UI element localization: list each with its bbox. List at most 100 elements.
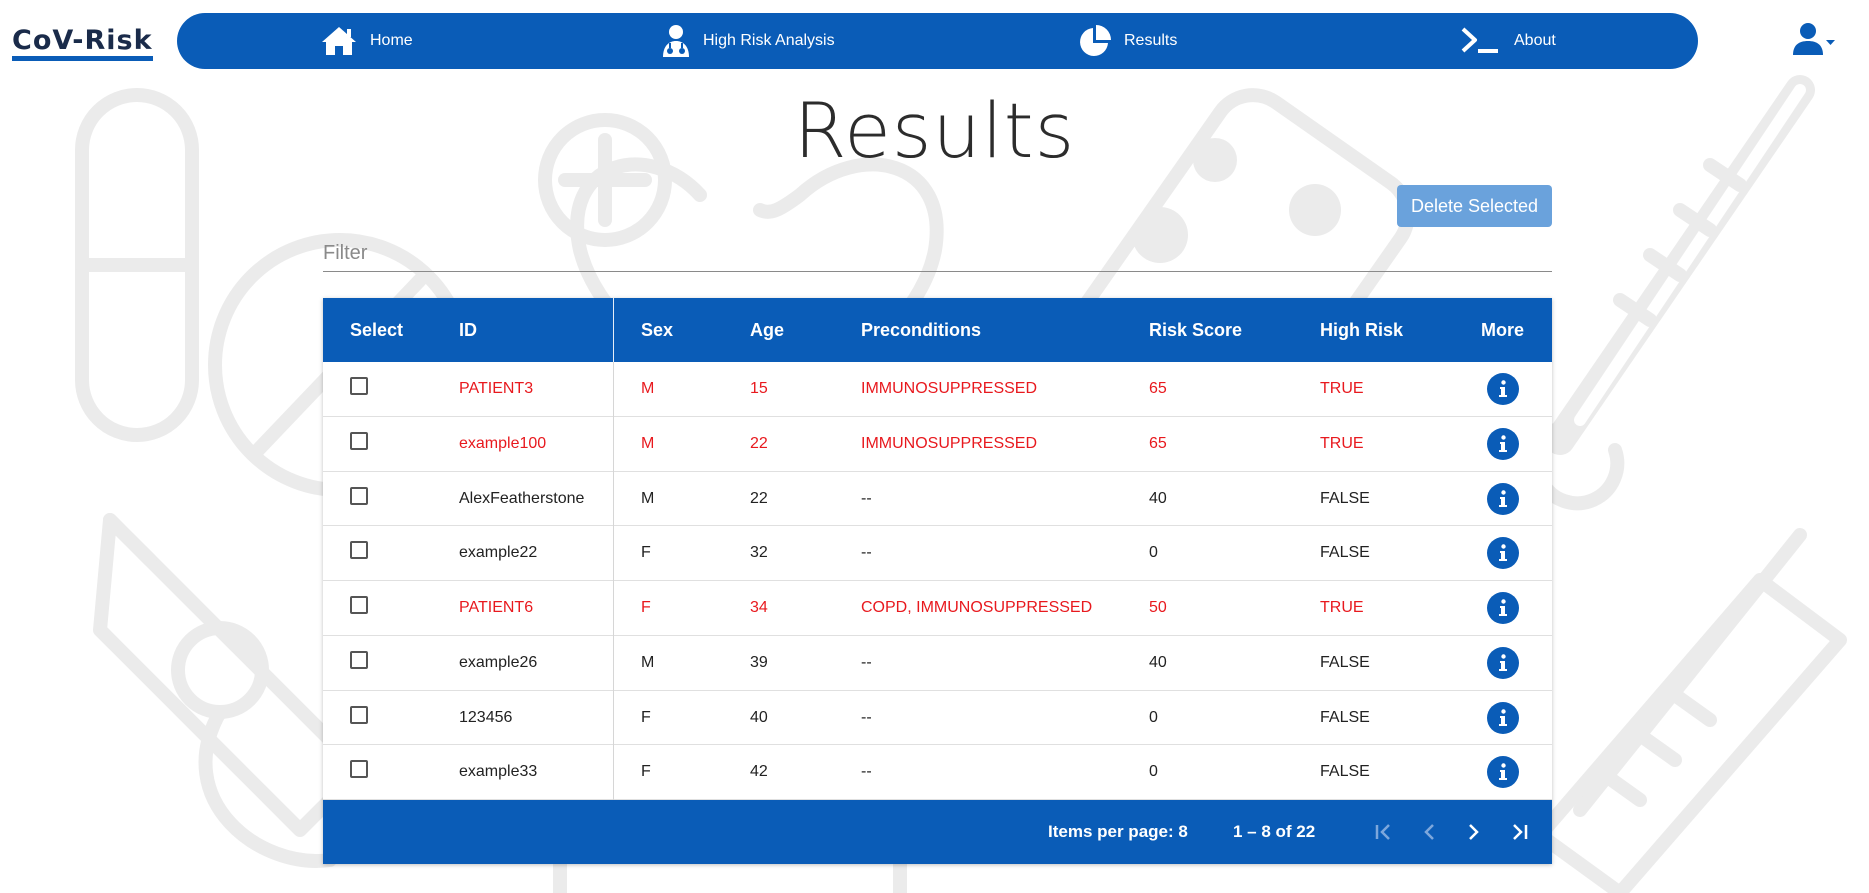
caret-down-icon (1826, 33, 1835, 51)
cell-more (1487, 526, 1519, 580)
info-button[interactable] (1487, 592, 1519, 624)
cell-sex: F (641, 763, 651, 781)
main-navbar: Home High Risk Analysis Results About (177, 13, 1698, 69)
cell-risk-score: 40 (1149, 489, 1167, 507)
user-icon (1793, 22, 1823, 61)
table-row[interactable]: PATIENT6 F 34 COPD, IMMUNOSUPPRESSED 50 TRUE (323, 581, 1552, 636)
table-row[interactable]: example26 M 39 -- 40 FALSE (323, 635, 1552, 691)
cell-high-risk: FALSE (1320, 708, 1370, 726)
info-button[interactable] (1487, 482, 1519, 515)
cell-more (1487, 362, 1519, 416)
header-risk-score[interactable]: Risk Score (1149, 298, 1242, 362)
header-id[interactable]: ID (459, 298, 477, 362)
info-icon (1499, 435, 1507, 452)
cell-high-risk: FALSE (1320, 544, 1370, 562)
page-title: Results (793, 86, 1076, 175)
cell-id: example22 (459, 544, 538, 562)
cell-age: 39 (750, 653, 768, 671)
row-checkbox[interactable] (350, 760, 368, 779)
cell-sex: F (641, 708, 651, 726)
next-page-button[interactable] (1458, 816, 1490, 848)
row-checkbox[interactable] (350, 596, 368, 614)
nav-high-risk-analysis[interactable]: High Risk Analysis (661, 13, 835, 69)
cell-more (1487, 745, 1519, 799)
table-row[interactable]: 123456 F 40 -- 0 FALSE (323, 690, 1552, 746)
table-row[interactable]: example22 F 32 -- 0 FALSE (323, 526, 1552, 581)
table-row[interactable]: example33 F 42 -- 0 FALSE (323, 745, 1552, 800)
row-checkbox[interactable] (350, 541, 368, 560)
info-icon (1499, 708, 1507, 726)
delete-selected-button[interactable]: Delete Selected (1397, 185, 1552, 227)
info-icon (1499, 654, 1507, 671)
table-row[interactable]: PATIENT3 M 15 IMMUNOSUPPRESSED 65 TRUE (323, 362, 1552, 417)
table-row[interactable]: example100 M 22 IMMUNOSUPPRESSED 65 TRUE (323, 416, 1552, 472)
row-select-cell (350, 526, 368, 580)
page: CoV-Risk Home High Risk Analysis Results… (0, 0, 1869, 893)
results-table: Select ID Sex Age Preconditions Risk Sco… (323, 298, 1552, 864)
row-checkbox[interactable] (350, 431, 368, 450)
cell-age: 40 (750, 708, 768, 726)
header-sex[interactable]: Sex (641, 298, 673, 362)
cell-id: example33 (459, 763, 538, 781)
first-page-button[interactable] (1368, 816, 1400, 848)
row-select-cell (350, 417, 368, 471)
info-icon (1499, 544, 1507, 562)
info-button[interactable] (1487, 701, 1519, 734)
row-select-cell (350, 472, 368, 526)
cell-risk-score: 0 (1149, 544, 1158, 562)
items-per-page[interactable]: Items per page: 8 (1048, 800, 1188, 864)
nav-about[interactable]: About (1460, 13, 1556, 69)
header-select[interactable]: Select (350, 298, 403, 362)
terminal-icon (1460, 26, 1502, 56)
nav-home[interactable]: Home (320, 13, 413, 69)
brand-logo[interactable]: CoV-Risk (12, 26, 153, 61)
info-button[interactable] (1487, 756, 1519, 789)
cell-id: example26 (459, 653, 538, 671)
cell-sex: M (641, 434, 655, 452)
header-age[interactable]: Age (750, 298, 784, 362)
row-checkbox[interactable] (350, 486, 368, 505)
info-button[interactable] (1487, 537, 1519, 570)
nav-results[interactable]: Results (1078, 13, 1177, 69)
table-row[interactable]: AlexFeatherstone M 22 -- 40 FALSE (323, 471, 1552, 527)
row-select-cell (350, 745, 368, 799)
cell-sex: M (641, 380, 655, 397)
filter-input[interactable] (323, 236, 1552, 272)
cell-sex: F (641, 544, 651, 562)
cell-age: 42 (750, 763, 768, 781)
cell-id: example100 (459, 434, 547, 452)
cell-risk-score: 50 (1149, 599, 1167, 616)
info-icon (1499, 763, 1507, 781)
row-checkbox[interactable] (350, 377, 368, 395)
column-divider (613, 362, 614, 800)
cell-risk-score: 65 (1149, 380, 1167, 397)
user-menu[interactable] (1793, 22, 1835, 61)
last-page-button[interactable] (1503, 816, 1535, 848)
row-checkbox[interactable] (350, 705, 368, 724)
cell-high-risk: TRUE (1320, 599, 1364, 616)
cell-risk-score: 0 (1149, 708, 1158, 726)
cell-id: 123456 (459, 708, 513, 726)
cell-more (1487, 417, 1519, 471)
previous-page-button[interactable] (1413, 816, 1445, 848)
header-preconditions[interactable]: Preconditions (861, 298, 981, 362)
info-button[interactable] (1487, 646, 1519, 679)
cell-high-risk: FALSE (1320, 653, 1370, 671)
header-high-risk[interactable]: High Risk (1320, 298, 1403, 362)
nav-results-label: Results (1124, 32, 1178, 49)
cell-more (1487, 636, 1519, 690)
cell-age: 32 (750, 544, 768, 562)
row-select-cell (350, 362, 368, 416)
info-button[interactable] (1487, 373, 1519, 405)
paginator: Items per page: 8 1 – 8 of 22 (323, 800, 1552, 864)
nav-high-risk-analysis-label: High Risk Analysis (703, 32, 835, 49)
page-range: 1 – 8 of 22 (1233, 822, 1316, 841)
cell-preconditions: COPD, IMMUNOSUPPRESSED (861, 599, 1093, 616)
chevron-right-icon (1469, 824, 1479, 840)
pie-chart-icon (1078, 24, 1112, 58)
row-select-cell (350, 691, 368, 745)
row-checkbox[interactable] (350, 650, 368, 669)
first-page-icon (1375, 824, 1390, 840)
info-button[interactable] (1487, 427, 1519, 460)
row-select-cell (350, 636, 368, 690)
